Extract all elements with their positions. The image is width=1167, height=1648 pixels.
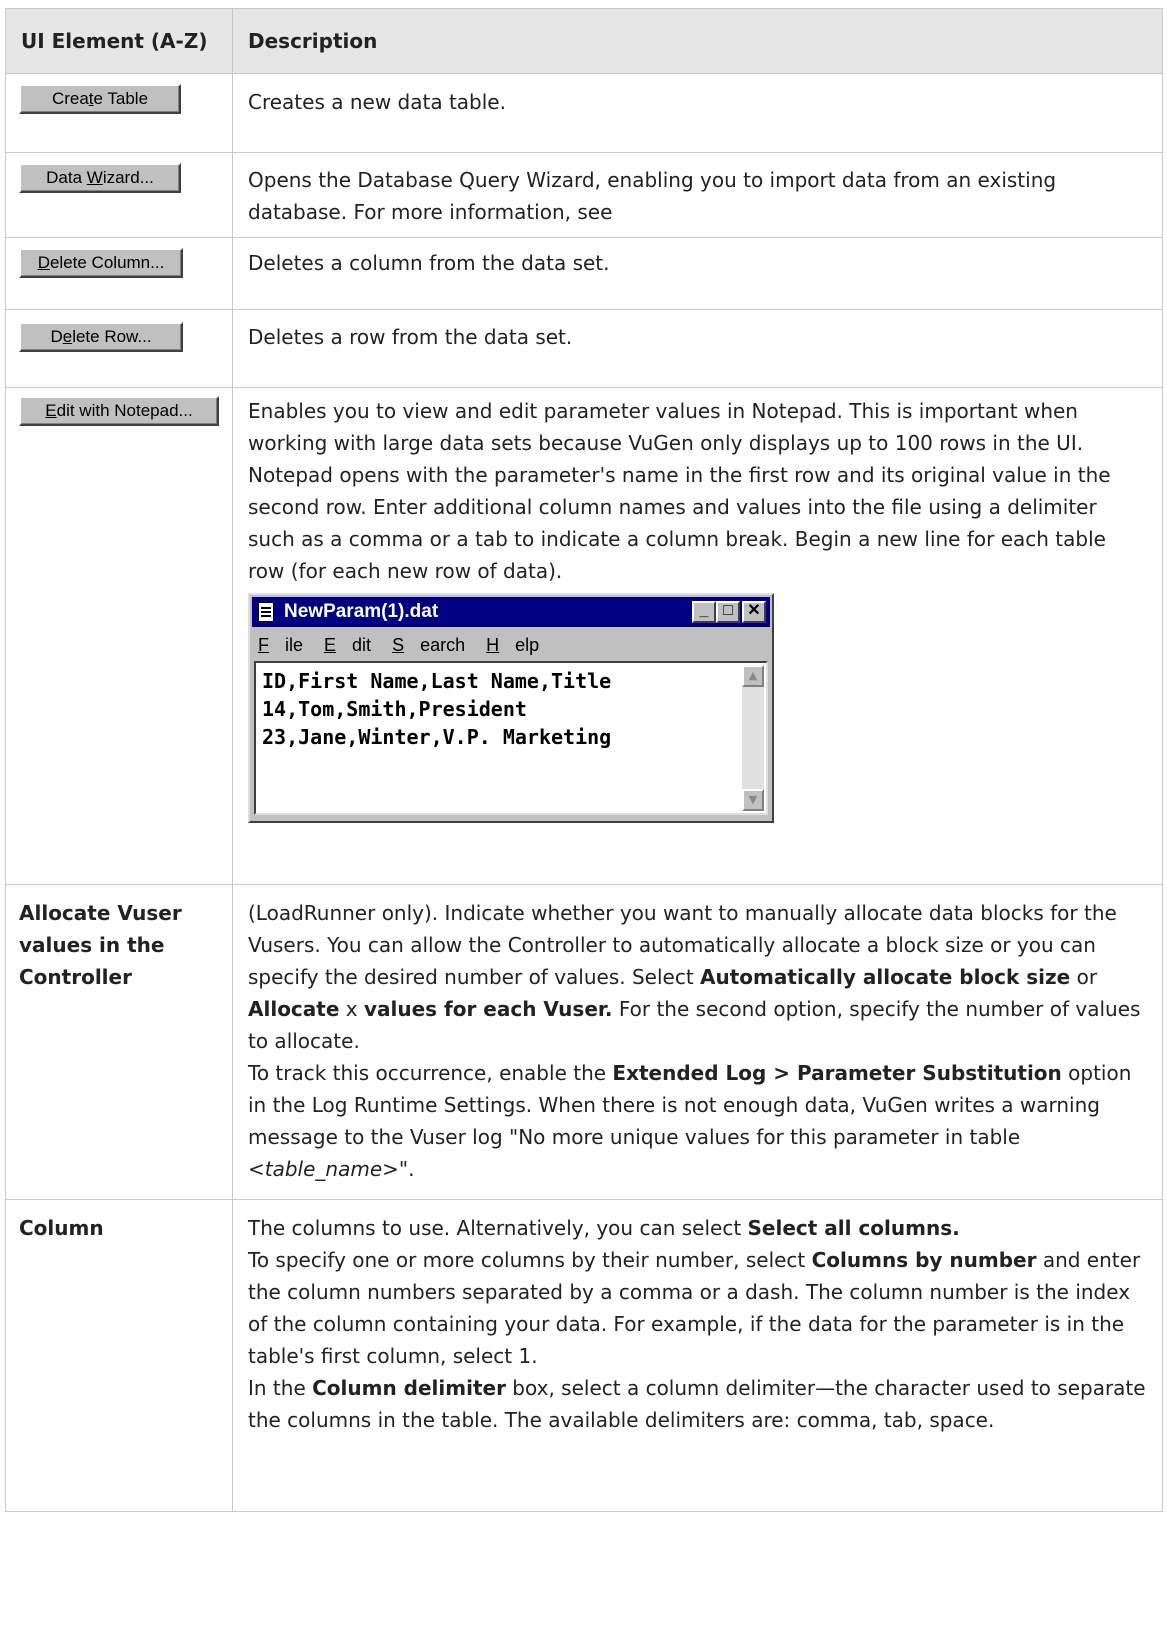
table-row: Column The columns to use. Alternatively… [5,1199,1163,1512]
edit-notepad-description-2: Notepad opens with the parameter's name … [248,463,1111,583]
table-row: Data Wizard... Opens the Database Query … [5,152,1163,238]
table-row: Delete Column... Deletes a column from t… [5,237,1163,310]
notepad-line: 14,Tom,Smith,President [262,697,527,721]
notepad-line: ID,First Name,Last Name,Title [262,669,612,693]
column-description-2: To specify one or more columns by their … [248,1248,1141,1368]
scroll-down-icon[interactable]: ▼ [742,789,764,811]
menu-help[interactable]: Help [486,635,539,655]
header-description: Description [232,8,1163,74]
delete-column-button[interactable]: Delete Column... [19,248,183,278]
menu-search[interactable]: Search [392,635,465,655]
create-table-button[interactable]: Create Table [19,84,181,114]
table-row: Delete Row... Deletes a row from the dat… [5,309,1163,388]
maximize-icon[interactable]: □ [716,601,740,623]
table-row: Create Table Creates a new data table. [5,73,1163,153]
delete-row-button[interactable]: Delete Row... [19,322,183,352]
delete-column-description: Deletes a column from the data set. [248,251,610,275]
allocate-description: (LoadRunner only). Indicate whether you … [248,901,1141,1053]
allocate-description-2: To track this occurrence, enable the Ext… [248,1061,1132,1181]
data-wizard-button[interactable]: Data Wizard... [19,163,181,193]
allocate-element-name: Allocate Vuser values in the Controller [19,901,182,989]
data-wizard-description: Opens the Database Query Wizard, enablin… [248,168,1057,224]
table-row: Edit with Notepad... Enables you to view… [5,387,1163,885]
edit-notepad-description: Enables you to view and edit parameter v… [248,399,1084,455]
close-icon[interactable]: ✕ [742,601,766,623]
table-row: Allocate Vuser values in the Controller … [5,884,1163,1200]
column-description-3: In the Column delimiter box, select a co… [248,1376,1146,1432]
table-header-row: UI Element (A-Z) Description [5,8,1163,74]
scroll-up-icon[interactable]: ▲ [742,665,764,687]
notepad-text-area[interactable]: ID,First Name,Last Name,Title 14,Tom,Smit… [254,661,768,815]
menu-file[interactable]: File [258,635,303,655]
column-description: The columns to use. Alternatively, you c… [248,1216,960,1240]
notepad-icon [258,602,274,622]
notepad-menu-bar: File Edit Search Help [258,631,555,659]
notepad-title: NewParam(1).dat [284,601,439,622]
notepad-window: NewParam(1).dat _ □ ✕ File Edit Search H… [248,593,774,823]
edit-with-notepad-button[interactable]: Edit with Notepad... [19,396,219,426]
menu-edit[interactable]: Edit [324,635,371,655]
column-element-name: Column [19,1216,104,1240]
create-table-description: Creates a new data table. [248,90,506,114]
ui-element-table: UI Element (A-Z) Description Create Tabl… [5,8,1163,1512]
notepad-line: 23,Jane,Winter,V.P. Marketing [262,725,612,749]
vertical-scrollbar[interactable]: ▲ ▼ [742,665,764,811]
minimize-icon[interactable]: _ [692,601,716,623]
notepad-title-bar: NewParam(1).dat _ □ ✕ [252,597,770,627]
delete-row-description: Deletes a row from the data set. [248,325,573,349]
header-ui-element: UI Element (A-Z) [5,8,233,74]
